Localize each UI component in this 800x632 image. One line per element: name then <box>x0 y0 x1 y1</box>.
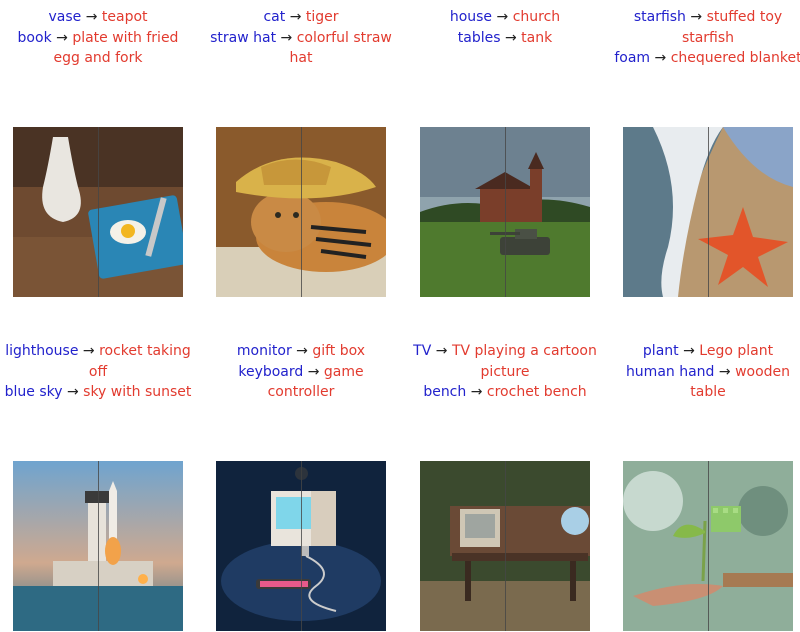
target-label: plate with fried egg and fork <box>53 29 179 67</box>
target-label: tank <box>521 29 553 46</box>
teapot-plate-image <box>13 127 183 297</box>
divider-line <box>505 127 506 297</box>
caption: cat → tiger straw hat → colorful straw h… <box>206 7 396 69</box>
caption: TV → TV playing a cartoon picture bench … <box>410 341 600 403</box>
target-label: chequered blanket <box>670 50 800 66</box>
source-label: plant <box>642 343 679 359</box>
arrow-icon: → <box>82 343 95 359</box>
arrow-icon: → <box>654 50 667 66</box>
source-label: human hand <box>625 363 715 380</box>
arrow-icon: → <box>470 384 483 400</box>
source-label: TV <box>413 343 432 359</box>
arrow-icon: → <box>296 343 308 359</box>
divider-line <box>98 127 99 297</box>
target-label: tiger <box>305 9 339 25</box>
arrow-icon: → <box>289 9 302 25</box>
tv-bench-image <box>420 461 590 631</box>
arrow-icon: → <box>307 363 320 380</box>
source-label: keyboard <box>238 363 304 380</box>
caption: plant → Lego plant human hand → wooden t… <box>613 341 800 403</box>
starfish-blanket-image <box>623 127 793 297</box>
caption: house → church tables → tank <box>410 7 600 48</box>
divider-line <box>505 461 506 631</box>
caption: lighthouse → rocket taking off blue sky … <box>3 341 193 403</box>
source-label: tables <box>457 29 501 46</box>
source-label: house <box>449 9 493 25</box>
target-label: TV playing a cartoon picture <box>451 343 597 380</box>
source-label: foam <box>614 50 651 66</box>
caption: vase → teapot book → plate with fried eg… <box>3 7 193 69</box>
arrow-icon: → <box>280 29 293 46</box>
target-label: sky with sunset <box>83 384 192 400</box>
giftbox-monitor-image <box>216 461 386 631</box>
arrow-icon: → <box>56 29 68 46</box>
cat-tiger-image <box>216 127 386 297</box>
source-label: monitor <box>236 343 292 359</box>
target-label: crochet bench <box>486 384 587 400</box>
rocket-lighthouse-image <box>13 461 183 631</box>
target-label: colorful straw hat <box>289 29 392 67</box>
caption: monitor → gift box keyboard → game contr… <box>206 341 396 403</box>
arrow-icon: → <box>690 9 703 25</box>
arrow-icon: → <box>718 363 731 380</box>
target-label: church <box>512 9 561 25</box>
slider-knob <box>295 467 308 480</box>
source-label: bench <box>423 384 467 400</box>
church-tank-image <box>420 127 590 297</box>
arrow-icon: → <box>504 29 517 46</box>
divider-line <box>98 461 99 631</box>
source-label: blue sky <box>4 384 63 400</box>
source-label: book <box>17 29 52 46</box>
target-label: teapot <box>101 9 148 25</box>
source-label: straw hat <box>210 29 277 46</box>
lego-plant-image <box>623 461 793 631</box>
arrow-icon: → <box>683 343 695 359</box>
source-label: cat <box>263 9 286 25</box>
divider-line <box>708 461 709 631</box>
caption: starfish → stuffed toy starfish foam → c… <box>613 7 800 69</box>
divider-line <box>301 127 302 297</box>
target-label: rocket taking off <box>88 343 191 380</box>
arrow-icon: → <box>66 384 79 400</box>
arrow-icon: → <box>496 9 509 25</box>
target-label: gift box <box>312 343 366 359</box>
arrow-icon: → <box>435 343 448 359</box>
arrow-icon: → <box>85 9 98 25</box>
source-label: starfish <box>633 9 686 25</box>
divider-line <box>301 461 302 631</box>
source-label: vase <box>48 9 82 25</box>
target-label: Lego plant <box>699 343 774 359</box>
source-label: lighthouse <box>5 343 79 359</box>
divider-line <box>708 127 709 297</box>
